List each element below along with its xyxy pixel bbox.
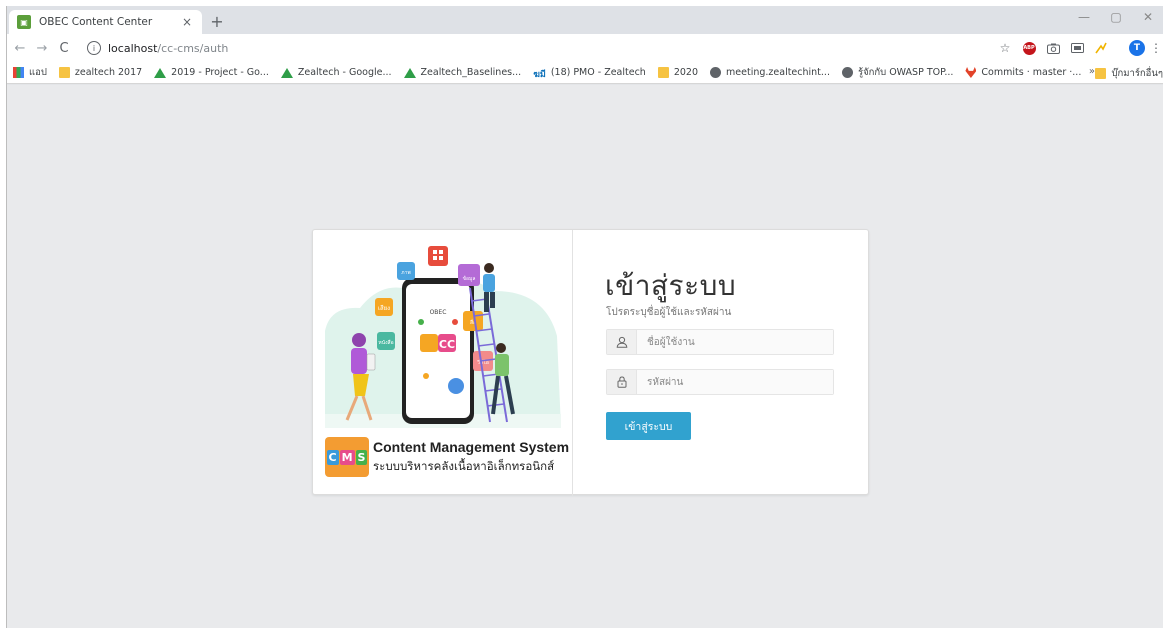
adblock-icon[interactable]: ABP: [1017, 38, 1041, 58]
globe-icon: [841, 67, 853, 78]
username-field: [606, 329, 834, 355]
google-drive-icon: [280, 67, 293, 78]
browser-window: ▣ OBEC Content Center × + — ▢ ✕ ← → C i …: [6, 6, 1163, 628]
globe-icon: [710, 67, 722, 78]
bookmark-star-icon[interactable]: ☆: [993, 38, 1017, 58]
address-bar[interactable]: i localhost/cc-cms/auth: [87, 38, 992, 58]
login-subtitle: โปรดระบุชื่อผู้ใช้และรหัสผ่าน: [606, 307, 732, 318]
login-button[interactable]: เข้าสู่ระบบ: [606, 412, 691, 440]
tab-title: OBEC Content Center: [39, 16, 153, 28]
login-card: OBEC CC ภาพ ข้อมูล เสียง หนังสือ สื่อ วี…: [312, 229, 870, 496]
folder-icon: [1095, 68, 1107, 79]
brand-text: Content Management System ระบบบริหารคลัง…: [373, 439, 569, 476]
svg-text:ข้อมูล: ข้อมูล: [463, 275, 476, 282]
toolbar-divider: [1113, 38, 1125, 58]
page-background: OBEC CC ภาพ ข้อมูล เสียง หนังสือ สื่อ วี…: [7, 85, 1163, 628]
bookmark-item[interactable]: Zealtech_Baselines...: [403, 67, 521, 78]
toolbar-icons: ☆ ABP T ⋮: [993, 38, 1163, 58]
bookmark-item[interactable]: 2019 - Project - Go...: [154, 67, 269, 78]
bookmarks-bar: แอป zealtech 2017 2019 - Project - Go...…: [7, 62, 1163, 84]
google-drive-icon: [403, 67, 416, 78]
svg-text:เสียง: เสียง: [378, 304, 390, 312]
site-logo-icon: ฆมี: [533, 70, 546, 80]
phone-top-label: OBEC: [430, 309, 447, 316]
lock-icon: [607, 370, 637, 394]
bookmark-item[interactable]: Commits · master ·...: [965, 67, 1081, 78]
extension-icon[interactable]: [1089, 38, 1113, 58]
bookmark-item[interactable]: meeting.zealtechint...: [710, 67, 830, 78]
svg-text:หนังสือ: หนังสือ: [378, 339, 393, 346]
bookmark-item[interactable]: 2020: [657, 67, 698, 78]
bookmark-item[interactable]: zealtech 2017: [58, 67, 142, 78]
tab-strip: ▣ OBEC Content Center × + — ▢ ✕: [7, 6, 1163, 34]
bookmark-apps[interactable]: แอป: [13, 65, 47, 80]
folder-icon: [58, 67, 70, 78]
branding-panel: OBEC CC ภาพ ข้อมูล เสียง หนังสือ สื่อ วี…: [313, 230, 573, 496]
gitlab-icon: [965, 67, 977, 78]
site-favicon-icon: ▣: [17, 15, 31, 29]
profile-icon[interactable]: T: [1125, 38, 1149, 58]
camera-icon[interactable]: [1041, 38, 1065, 58]
other-bookmarks[interactable]: บุ๊กมาร์กอื่นๆ: [1095, 66, 1163, 81]
brand-block: CMS Content Management System ระบบบริหาร…: [325, 437, 569, 477]
browser-toolbar: ← → C i localhost/cc-cms/auth ☆ ABP T ⋮: [7, 34, 1163, 62]
minimize-button[interactable]: —: [1069, 10, 1099, 24]
bookmark-item[interactable]: Zealtech - Google...: [280, 67, 392, 78]
new-tab-button[interactable]: +: [207, 11, 227, 31]
google-drive-icon: [154, 67, 167, 78]
url-path: /cc-cms/auth: [157, 41, 229, 55]
login-form-panel: เข้าสู่ระบบ โปรดระบุชื่อผู้ใช้และรหัสผ่า…: [573, 230, 870, 496]
menu-icon[interactable]: ⋮: [1149, 38, 1163, 58]
login-title: เข้าสู่ระบบ: [605, 269, 737, 302]
bookmarks-overflow-button[interactable]: »: [1089, 66, 1095, 77]
browser-tab[interactable]: ▣ OBEC Content Center ×: [9, 10, 202, 34]
cast-icon[interactable]: [1065, 38, 1089, 58]
username-input[interactable]: [637, 330, 833, 354]
bookmark-item[interactable]: ฆมี (18) PMO - Zealtech: [533, 67, 646, 80]
bookmark-item[interactable]: รู้จักกับ OWASP TOP...: [841, 65, 953, 80]
site-info-icon[interactable]: i: [87, 41, 101, 55]
cc-logo-label: CC: [439, 338, 455, 351]
folder-icon: [657, 67, 669, 78]
brand-subtitle: ระบบบริหารคลังเนื้อหาอิเล็กทรอนิกส์: [373, 458, 555, 473]
apps-icon: [13, 67, 24, 78]
user-icon: [607, 330, 637, 354]
password-field: [606, 369, 834, 395]
close-window-button[interactable]: ✕: [1133, 10, 1163, 24]
url-host: localhost: [108, 41, 158, 55]
forward-button[interactable]: →: [31, 41, 53, 56]
cms-logo: CMS: [325, 437, 369, 477]
maximize-button[interactable]: ▢: [1101, 10, 1131, 24]
password-input[interactable]: [637, 370, 833, 394]
tab-close-icon[interactable]: ×: [180, 15, 194, 29]
back-button[interactable]: ←: [9, 41, 31, 56]
reload-button[interactable]: C: [53, 41, 75, 56]
cms-illustration: OBEC CC ภาพ ข้อมูล เสียง หนังสือ สื่อ วี…: [325, 246, 561, 428]
brand-title: Content Management System: [373, 438, 570, 455]
svg-text:ภาพ: ภาพ: [401, 270, 410, 276]
